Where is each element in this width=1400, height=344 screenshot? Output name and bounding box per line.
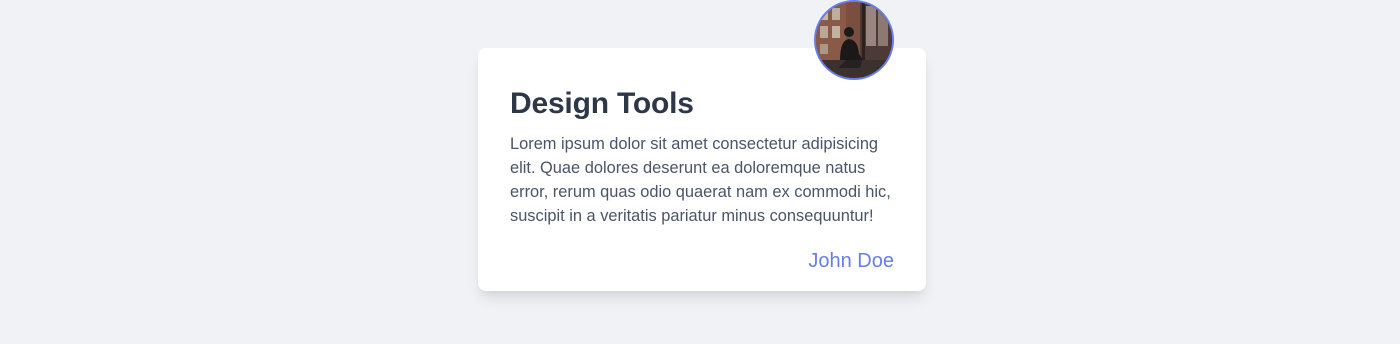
card-body-text: Lorem ipsum dolor sit amet consectetur a…: [510, 135, 891, 225]
avatar: [814, 0, 894, 80]
testimonial-card: Design Tools Lorem ipsum dolor sit amet …: [478, 48, 926, 291]
author-link[interactable]: John Doe: [808, 250, 894, 272]
card-title: Design Tools: [510, 87, 694, 120]
avatar-photo: [816, 2, 892, 78]
page-stage: Design Tools Lorem ipsum dolor sit amet …: [0, 0, 1400, 344]
author-row: John Doe: [510, 247, 894, 275]
